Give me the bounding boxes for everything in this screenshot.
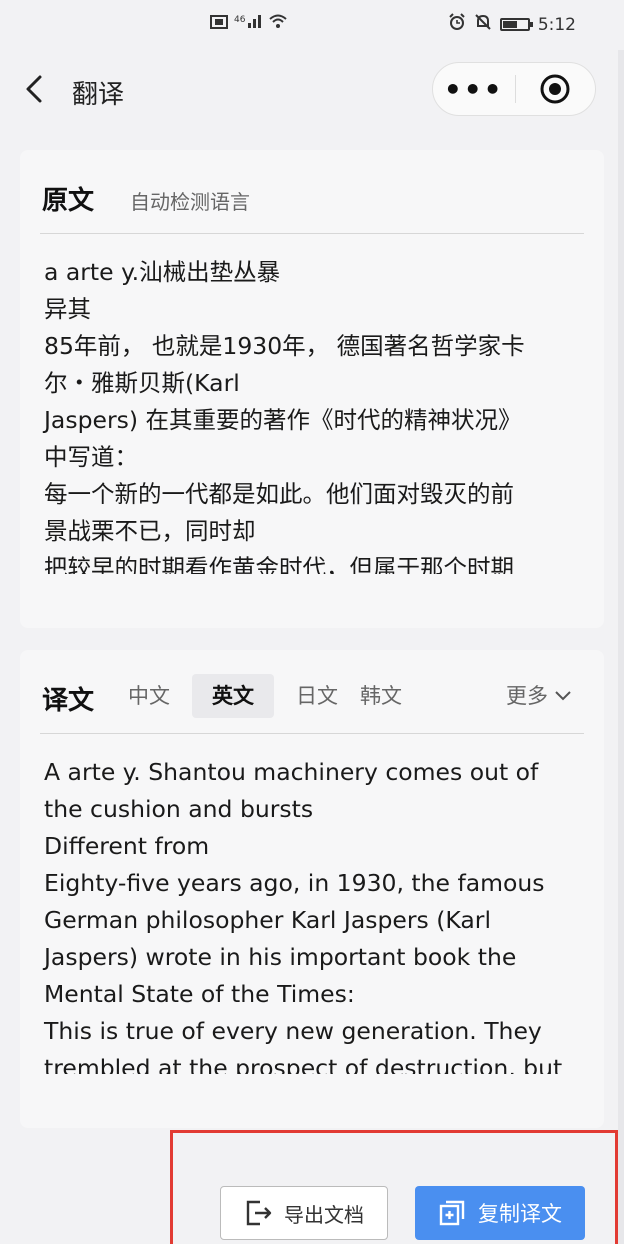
tab-japanese[interactable]: 日文: [296, 674, 360, 718]
copy-translation-button[interactable]: 复制译文: [415, 1186, 585, 1240]
source-line: 尔・雅斯贝斯(Karl: [44, 369, 240, 397]
target-icon: [540, 74, 570, 104]
wifi-icon: [268, 13, 288, 34]
tab-korean[interactable]: 韩文: [360, 674, 424, 718]
translation-line: This is true of every new generation. Th…: [44, 1017, 542, 1045]
sim-icon: [210, 14, 228, 34]
export-icon: [246, 1200, 272, 1226]
svg-text:46: 46: [234, 15, 246, 25]
source-line: Jaspers) 在其重要的著作《时代的精神状况》: [44, 406, 522, 434]
more-options-button[interactable]: •••: [433, 63, 515, 115]
more-languages-button[interactable]: 更多: [506, 674, 572, 718]
translation-text-body[interactable]: A arte y. Shantou machinery comes out of…: [20, 734, 604, 1074]
translation-line: trembled at the prospect of destruction,…: [44, 1054, 563, 1074]
source-title: 原文: [42, 186, 95, 216]
status-icons-right: 5:12: [448, 13, 576, 36]
export-document-button[interactable]: 导出文档: [220, 1186, 388, 1240]
translation-line: the cushion and bursts: [44, 795, 314, 823]
copy-translation-label: 复制译文: [478, 1202, 562, 1226]
export-document-label: 导出文档: [284, 1202, 364, 1227]
battery-icon: [499, 18, 533, 31]
scroll-edge: [618, 50, 624, 1244]
translation-line: German philosopher Karl Jaspers (Karl: [44, 906, 491, 934]
page-title: 翻译: [72, 80, 125, 110]
source-line: 景战栗不已，同时却: [44, 517, 256, 545]
status-icons-center: 46: [210, 13, 288, 34]
translation-title: 译文: [42, 686, 95, 716]
copy-icon: [439, 1200, 465, 1226]
source-text-card: 原文 自动检测语言 a arte y.汕械出垫丛暴 异其 85年前， 也就是19…: [20, 150, 604, 628]
status-bar: 46 5:12: [0, 0, 624, 50]
translation-line: Jaspers) wrote in his important book the: [44, 943, 517, 971]
source-line: 中写道：: [44, 443, 138, 471]
translation-line: Mental State of the Times:: [44, 980, 355, 1008]
nav-bar: 翻译 •••: [0, 50, 624, 130]
translation-card-header: 译文 中文 英文 日文 韩文 更多: [40, 650, 584, 734]
translation-line: A arte y. Shantou machinery comes out of: [44, 758, 539, 786]
auto-detect-language-label[interactable]: 自动检测语言: [130, 186, 250, 215]
mini-program-capsule: •••: [432, 62, 596, 116]
language-tabs: 中文 英文 日文 韩文: [128, 674, 424, 718]
close-miniprogram-button[interactable]: [516, 63, 596, 115]
more-languages-label: 更多: [506, 684, 548, 708]
translation-card: 译文 中文 英文 日文 韩文 更多 A arte y. Shantou mach…: [20, 650, 604, 1128]
signal-icon: 46: [234, 13, 262, 34]
status-time: 5:12: [537, 14, 576, 35]
source-line: 每一个新的一代都是如此。他们面对毁灭的前: [44, 480, 514, 508]
source-line: a arte y.汕械出垫丛暴: [44, 258, 281, 286]
source-line: 异其: [44, 295, 91, 323]
mute-icon: [474, 13, 492, 36]
source-line: 85年前， 也就是1930年， 德国著名哲学家卡: [44, 332, 525, 360]
source-line: 把较早的时期看作黄金时代，但属于那个时期: [44, 554, 514, 574]
chevron-left-icon[interactable]: [22, 74, 44, 104]
source-card-header: 原文 自动检测语言: [40, 150, 584, 234]
alarm-icon: [448, 13, 466, 36]
source-text-body[interactable]: a arte y.汕械出垫丛暴 异其 85年前， 也就是1930年， 德国著名哲…: [20, 234, 604, 574]
chevron-down-icon: [555, 691, 571, 701]
tab-chinese[interactable]: 中文: [128, 674, 192, 718]
tab-english[interactable]: 英文: [192, 674, 274, 718]
translation-line: Eighty-five years ago, in 1930, the famo…: [44, 869, 545, 897]
translation-line: Different from: [44, 832, 210, 860]
